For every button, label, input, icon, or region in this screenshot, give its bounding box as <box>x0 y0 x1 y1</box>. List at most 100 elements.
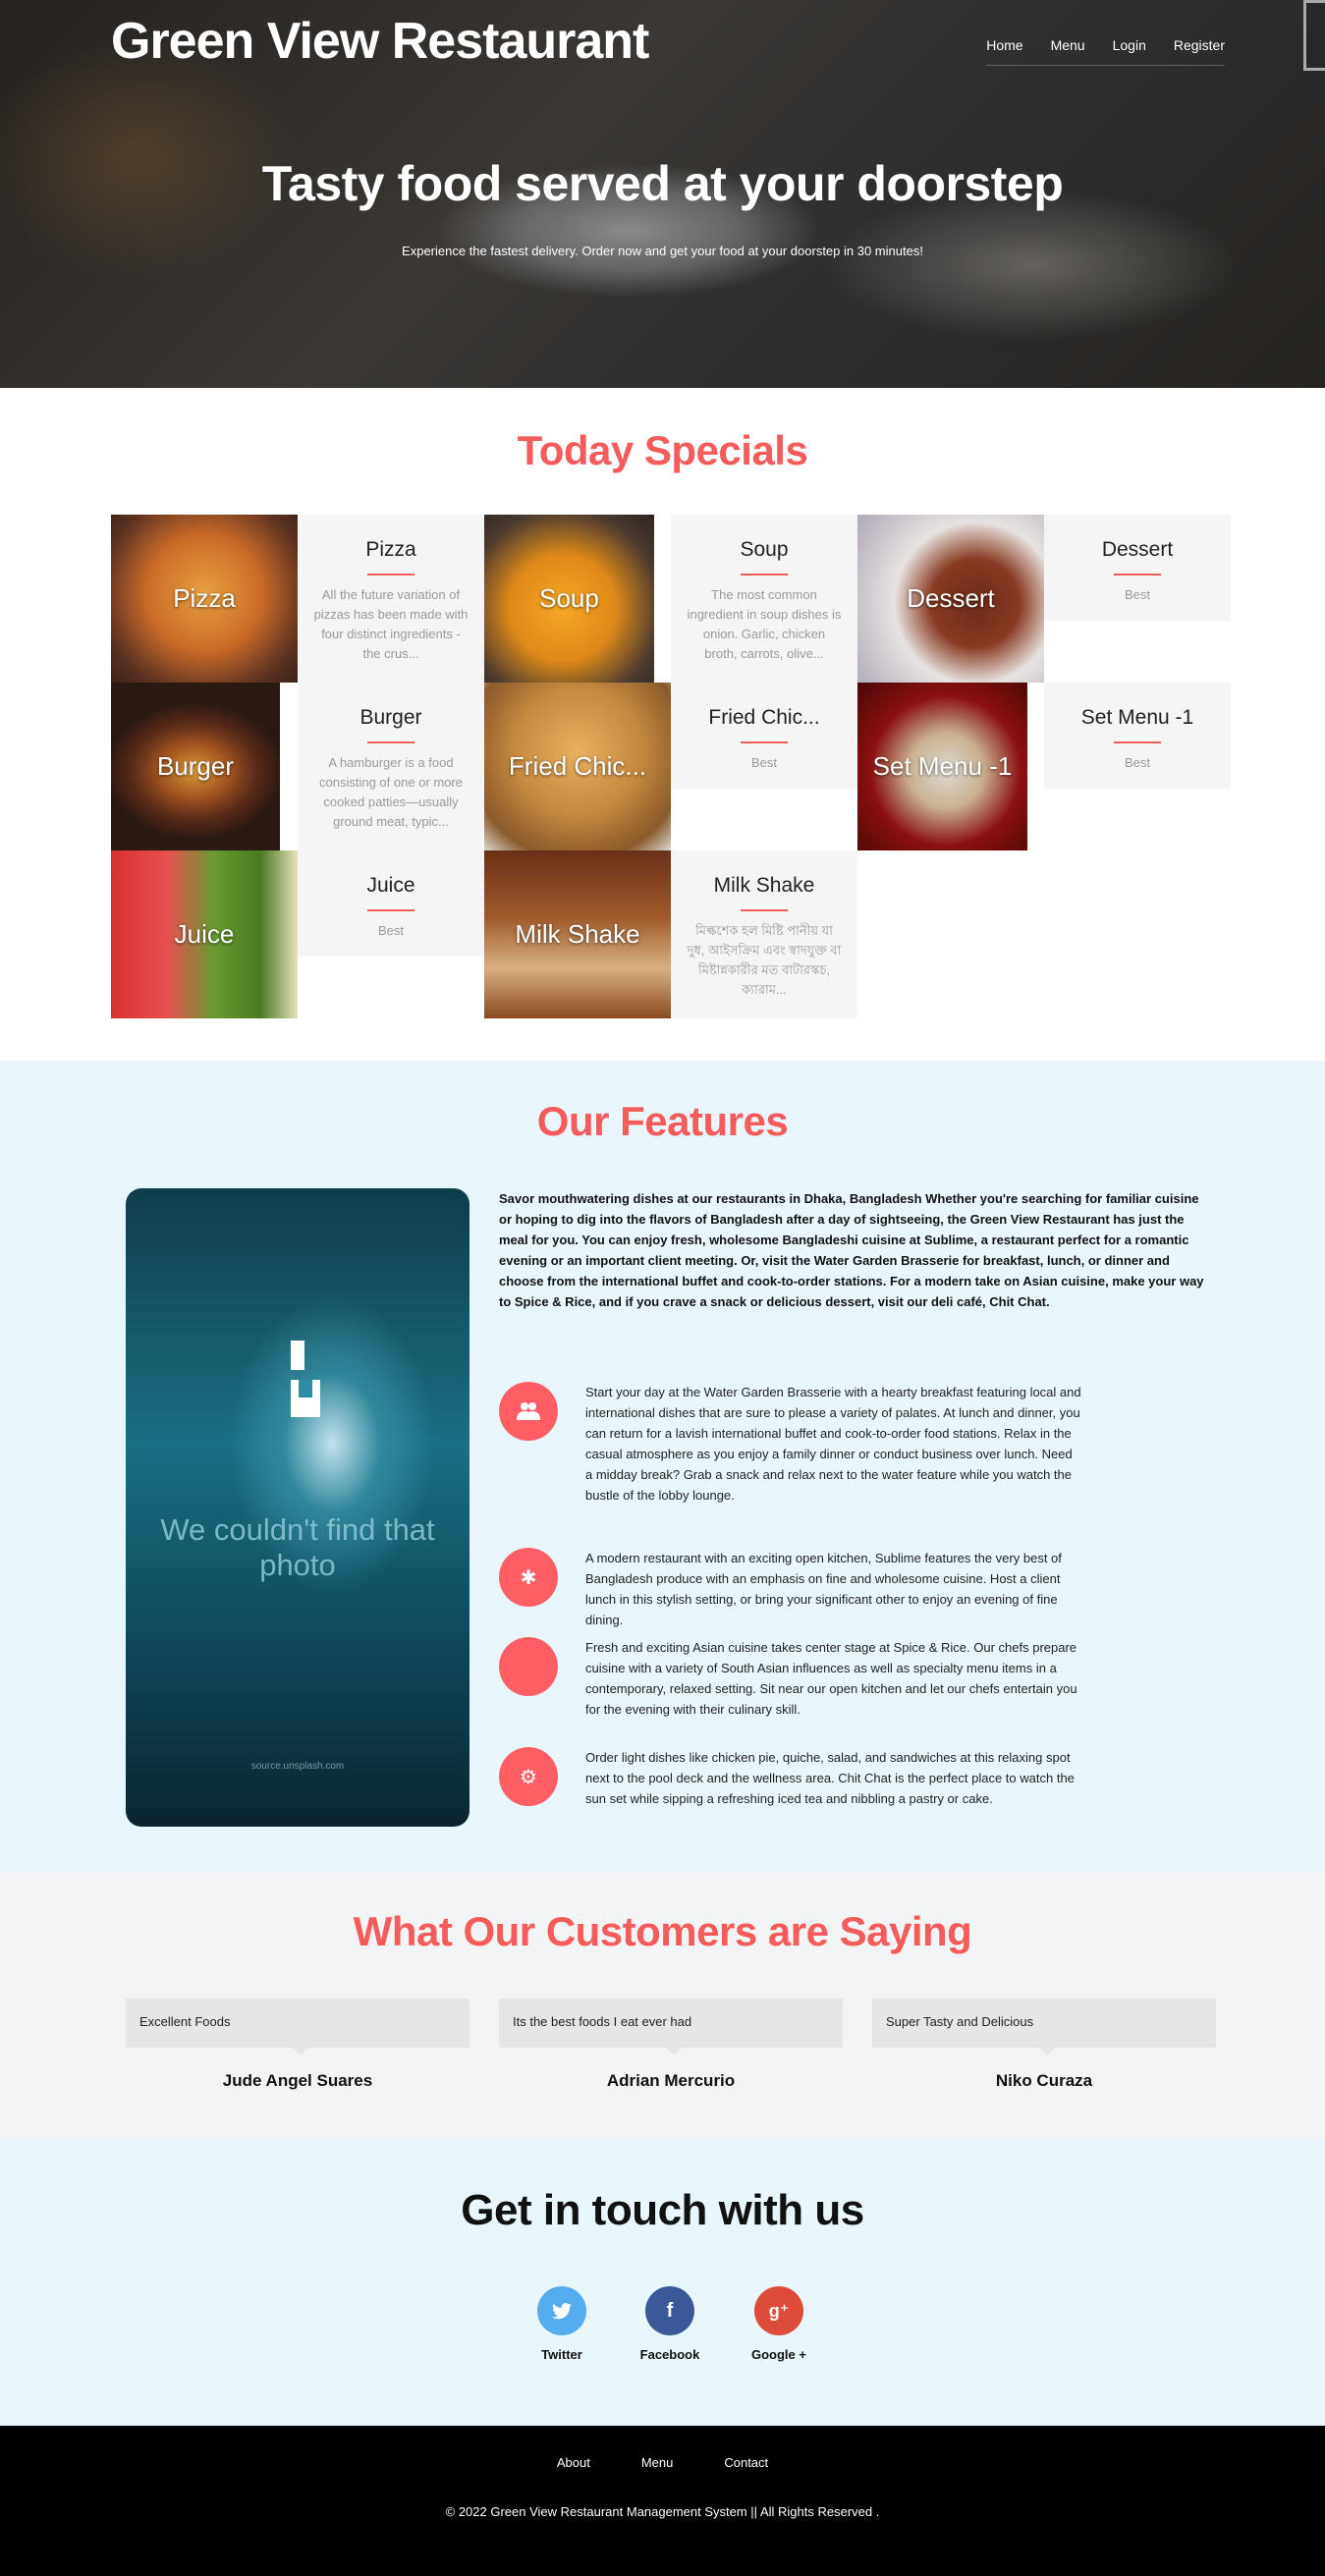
hero-title: Tasty food served at your doorstep <box>261 156 1064 211</box>
special-card-pizza[interactable]: Pizza Pizza All the future variation of … <box>111 515 484 683</box>
dessert-image[interactable]: Dessert <box>857 515 1044 683</box>
footer-link-about[interactable]: About <box>557 2455 590 2470</box>
burger-info: Burger A hamburger is a food consisting … <box>298 683 484 850</box>
testimonial-author: Adrian Mercurio <box>606 2071 736 2090</box>
copyright-text: © 2022 Green View Restaurant Management … <box>445 2504 880 2519</box>
special-card-milk-shake[interactable]: Milk Shake Milk Shake মিল্কশেক হল মিষ্টি… <box>484 850 857 1018</box>
fried-chicken-name: Fried Chic... <box>708 706 820 729</box>
milk-shake-image[interactable]: Milk Shake <box>484 850 671 1018</box>
accent-divider <box>741 574 788 575</box>
testimonial-quote: Excellent Foods <box>126 1999 469 2055</box>
twitter-link[interactable]: Twitter <box>527 2286 596 2362</box>
milk-shake-desc: মিল্কশেক হল মিষ্টি পানীয় যা দুধ, আইসক্র… <box>687 923 842 997</box>
feature-text: Order light dishes like chicken pie, qui… <box>585 1750 1075 1806</box>
soup-name: Soup <box>740 538 789 561</box>
feature-text: Start your day at the Water Garden Brass… <box>585 1385 1081 1503</box>
fried-chicken-info: Fried Chic... Best <box>671 683 857 789</box>
special-card-soup[interactable]: Soup Soup The most common ingredient in … <box>484 515 857 683</box>
unsplash-logo-icon <box>291 1341 320 1417</box>
set-menu-image[interactable]: Set Menu -1 <box>857 683 1027 850</box>
burger-image[interactable]: Burger <box>111 683 280 850</box>
special-card-burger[interactable]: Burger Burger A hamburger is a food cons… <box>111 683 484 850</box>
special-card-set-menu[interactable]: Set Menu -1 Set Menu -1 Best <box>857 683 1231 850</box>
feature-text: Fresh and exciting Asian cuisine takes c… <box>585 1640 1077 1717</box>
pizza-info: Pizza All the future variation of pizzas… <box>298 515 484 683</box>
nav-register[interactable]: Register <box>1174 37 1225 53</box>
testimonial-card: Excellent Foods Jude Angel Suares <box>126 1999 469 2091</box>
footer-link-menu[interactable]: Menu <box>641 2455 674 2470</box>
dessert-desc: Best <box>1124 587 1150 602</box>
testimonials-title: What Our Customers are Saying <box>353 1908 972 1954</box>
fried-chicken-image[interactable]: Fried Chic... <box>484 683 671 850</box>
soup-image[interactable]: Soup <box>484 515 654 683</box>
accent-divider <box>741 909 788 911</box>
burger-overlay-label: Burger <box>156 751 235 781</box>
special-card-juice[interactable]: Juice Juice Best <box>111 850 484 1018</box>
milk-shake-info: Milk Shake মিল্কশেক হল মিষ্টি পানীয় যা … <box>671 850 857 1018</box>
google-plus-icon[interactable]: g⁺ <box>754 2286 803 2335</box>
set-menu-desc: Best <box>1124 755 1150 770</box>
fried-chicken-overlay-label: Fried Chic... <box>508 751 647 781</box>
accent-divider <box>1114 574 1161 575</box>
set-menu-overlay-label: Set Menu -1 <box>872 751 1013 781</box>
juice-overlay-label: Juice <box>174 919 235 949</box>
juice-info: Juice Best <box>298 850 484 957</box>
testimonial-quote: Super Tasty and Delicious <box>872 1999 1216 2055</box>
twitter-label: Twitter <box>541 2347 582 2362</box>
features-section: Our Features We couldn't find that photo… <box>0 1061 1325 1871</box>
footer-link-contact[interactable]: Contact <box>724 2455 768 2470</box>
set-menu-info: Set Menu -1 Best <box>1044 683 1231 789</box>
photo-error-message: We couldn't find that photo <box>160 1512 435 1582</box>
juice-name: Juice <box>366 874 415 897</box>
special-card-dessert[interactable]: Dessert Dessert Best <box>857 515 1231 683</box>
facebook-label: Facebook <box>639 2347 700 2362</box>
set-menu-name: Set Menu -1 <box>1080 706 1194 729</box>
special-card-fried-chicken[interactable]: Fried Chic... Fried Chic... Best <box>484 683 857 850</box>
pizza-overlay-label: Pizza <box>173 583 236 613</box>
accent-divider <box>367 741 414 743</box>
brand-title[interactable]: Green View Restaurant <box>111 12 649 71</box>
dessert-overlay-label: Dessert <box>907 583 995 613</box>
testimonial-author: Niko Curaza <box>995 2071 1093 2090</box>
feature-text: A modern restaurant with an exciting ope… <box>585 1551 1062 1627</box>
pizza-image[interactable]: Pizza <box>111 515 298 683</box>
testimonial-quote: Its the best foods I eat ever had <box>499 1999 843 2055</box>
facebook-link[interactable]: f Facebook <box>635 2286 704 2362</box>
pizza-desc: All the future variation of pizzas has b… <box>313 587 469 661</box>
hero-subtitle: Experience the fastest delivery. Order n… <box>402 244 923 258</box>
contact-title: Get in touch with us <box>461 2186 864 2234</box>
fried-chicken-desc: Best <box>750 755 777 770</box>
accent-divider <box>367 574 414 575</box>
pizza-name: Pizza <box>365 538 416 561</box>
gear-icon: ⚙ <box>499 1747 558 1806</box>
dessert-name: Dessert <box>1101 538 1174 561</box>
milk-shake-overlay-label: Milk Shake <box>515 919 640 949</box>
soup-info: Soup The most common ingredient in soup … <box>671 515 857 683</box>
testimonial-author: Jude Angel Suares <box>222 2071 373 2090</box>
blank-icon <box>499 1637 558 1696</box>
facebook-icon[interactable]: f <box>645 2286 694 2335</box>
juice-image[interactable]: Juice <box>111 850 298 1018</box>
site-footer: About Menu Contact © 2022 Green View Res… <box>0 2426 1325 2576</box>
nav-menu[interactable]: Menu <box>1051 37 1085 53</box>
twitter-icon[interactable] <box>537 2286 586 2335</box>
users-icon <box>499 1382 558 1441</box>
corner-widget[interactable] <box>1303 0 1325 71</box>
google-plus-label: Google + <box>751 2347 806 2362</box>
accent-divider <box>367 909 414 911</box>
hero-banner: Green View Restaurant Home Menu Login Re… <box>0 0 1325 388</box>
google-plus-link[interactable]: g⁺ Google + <box>745 2286 813 2362</box>
soup-overlay-label: Soup <box>539 583 599 613</box>
milk-shake-name: Milk Shake <box>713 874 815 897</box>
soup-desc: The most common ingredient in soup dishe… <box>687 587 842 661</box>
feature-photo: We couldn't find that photo source.unspl… <box>126 1188 469 1827</box>
dessert-info: Dessert Best <box>1044 515 1231 621</box>
features-title: Our Features <box>536 1098 789 1144</box>
main-nav: Home Menu Login Register <box>986 37 1225 66</box>
specials-title: Today Specials <box>517 427 808 473</box>
burger-name: Burger <box>359 706 422 729</box>
nav-login[interactable]: Login <box>1113 37 1146 53</box>
nav-home[interactable]: Home <box>986 37 1022 53</box>
accent-divider <box>1114 741 1161 743</box>
features-intro: Savor mouthwatering dishes at our restau… <box>499 1191 1204 1309</box>
